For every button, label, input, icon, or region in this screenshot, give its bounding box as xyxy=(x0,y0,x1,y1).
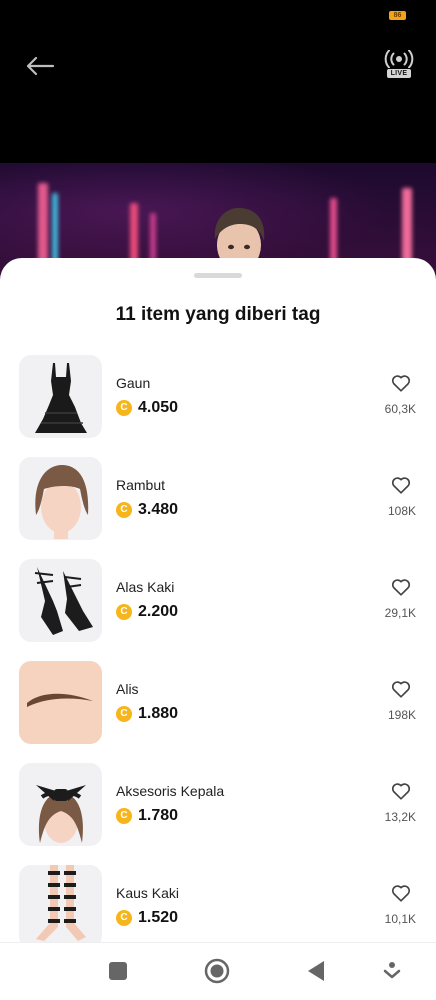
item-price: C 4.050 xyxy=(116,399,178,417)
item-name: Rambut xyxy=(116,477,166,493)
back-triangle-icon xyxy=(308,961,324,981)
item-name: Aksesoris Kepala xyxy=(116,783,225,799)
item-price: C 1.520 xyxy=(116,909,178,927)
item-name: Kaus Kaki xyxy=(116,885,180,901)
list-item[interactable]: Alis C 1.880 198K xyxy=(0,661,436,763)
item-thumbnail-head-accessory xyxy=(19,763,102,846)
coin-icon: C xyxy=(116,808,132,824)
menu-down-icon xyxy=(383,962,401,979)
price-value: 1.780 xyxy=(138,807,179,824)
coin-icon: C xyxy=(116,706,132,722)
item-thumbnail-shoes xyxy=(19,559,102,642)
like-count: 10,1K xyxy=(384,912,416,926)
back-button[interactable] xyxy=(22,52,58,80)
home-button[interactable] xyxy=(204,958,230,984)
like-count: 108K xyxy=(387,504,416,518)
item-name: Alis xyxy=(116,681,139,697)
sheet-title: 11 item yang diberi tag xyxy=(115,304,321,325)
like-count: 13,2K xyxy=(384,810,416,824)
like-count: 60,3K xyxy=(384,402,416,416)
tagged-items-sheet: 11 item yang diberi tag Gaun C 4.050 60,… xyxy=(0,258,436,1000)
like-count: 29,1K xyxy=(384,606,416,620)
live-button[interactable]: LIVE xyxy=(382,50,416,82)
price-value: 1.880 xyxy=(138,705,179,722)
arrow-left-icon xyxy=(26,56,55,76)
item-thumbnail-hair xyxy=(19,457,102,540)
item-price: C 1.780 xyxy=(116,807,178,825)
price-value: 4.050 xyxy=(138,399,179,416)
coin-icon: C xyxy=(116,400,132,416)
system-back-button[interactable] xyxy=(303,958,329,984)
list-item[interactable]: Alas Kaki C 2.200 29,1K xyxy=(0,559,436,661)
tagged-items-list: Gaun C 4.050 60,3K Rambut C 3.480 108K A… xyxy=(0,355,436,967)
sheet-drag-handle[interactable] xyxy=(194,273,242,278)
system-navigation-bar xyxy=(0,942,436,1000)
screen: 86 LIVE 11 item yang diberi tag Gaun C 4… xyxy=(0,0,436,1000)
item-price: C 3.480 xyxy=(116,501,178,519)
heart-icon[interactable] xyxy=(390,678,412,700)
item-name: Gaun xyxy=(116,375,151,391)
item-thumbnail-eyebrows xyxy=(19,661,102,744)
list-item[interactable]: Gaun C 4.050 60,3K xyxy=(0,355,436,457)
item-thumbnail-socks xyxy=(19,865,102,948)
price-value: 3.480 xyxy=(138,501,179,518)
price-value: 1.520 xyxy=(138,909,179,926)
broadcast-icon xyxy=(384,50,414,68)
home-circle-icon xyxy=(204,958,230,984)
price-value: 2.200 xyxy=(138,603,179,620)
item-price: C 2.200 xyxy=(116,603,178,621)
heart-icon[interactable] xyxy=(390,474,412,496)
recents-button[interactable] xyxy=(105,958,131,984)
live-badge: LIVE xyxy=(386,69,412,78)
heart-icon[interactable] xyxy=(390,882,412,904)
heart-icon[interactable] xyxy=(390,576,412,598)
list-item[interactable]: Rambut C 3.480 108K xyxy=(0,457,436,559)
list-item[interactable]: Aksesoris Kepala C 1.780 13,2K xyxy=(0,763,436,865)
battery-indicator: 86 xyxy=(389,11,406,20)
square-icon xyxy=(109,962,127,980)
coin-icon: C xyxy=(116,910,132,926)
coin-icon: C xyxy=(116,604,132,620)
item-thumbnail-dress xyxy=(19,355,102,438)
coin-icon: C xyxy=(116,502,132,518)
item-name: Alas Kaki xyxy=(116,579,175,595)
heart-icon[interactable] xyxy=(390,780,412,802)
like-count: 198K xyxy=(387,708,416,722)
heart-icon[interactable] xyxy=(390,372,412,394)
menu-button[interactable] xyxy=(379,958,405,984)
item-price: C 1.880 xyxy=(116,705,178,723)
